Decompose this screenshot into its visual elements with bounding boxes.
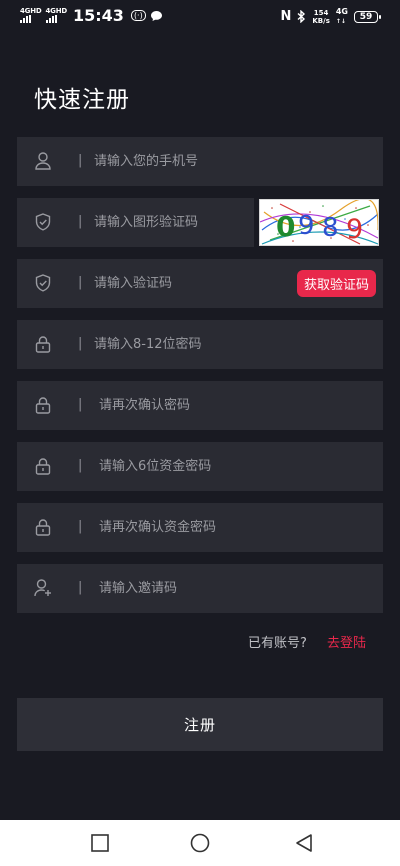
confirm-password-input[interactable] <box>99 381 373 430</box>
back-triangle-icon[interactable] <box>293 832 315 854</box>
sim2-signal-icon: 4GHD <box>45 8 67 23</box>
clock: 15:43 <box>73 6 124 25</box>
captcha-image[interactable]: 0 9 8 9 <box>259 199 379 246</box>
login-prompt: 已有账号? 去登陆 <box>248 632 366 651</box>
get-code-button[interactable]: 获取验证码 <box>296 270 376 297</box>
captcha-char: 0 <box>276 210 295 243</box>
captcha-char: 9 <box>298 211 315 241</box>
fund-password-input[interactable] <box>99 442 373 491</box>
battery-icon: 59 <box>354 10 381 23</box>
sms-code-field[interactable]: | 获取验证码 <box>17 259 383 308</box>
confirm-password-field[interactable]: | <box>17 381 383 430</box>
sim1-signal-icon: 4GHD <box>20 8 42 23</box>
shield-check-icon <box>34 273 52 293</box>
password-field[interactable]: | <box>17 320 383 369</box>
lock-icon <box>34 456 52 476</box>
password-input[interactable] <box>94 320 373 369</box>
hotspot-icon: (·) <box>130 10 146 21</box>
separator: | <box>78 519 83 534</box>
register-button[interactable]: 注册 <box>17 698 383 751</box>
separator: | <box>78 214 83 229</box>
user-icon <box>34 151 52 171</box>
lock-icon <box>34 517 52 537</box>
confirm-fund-password-field[interactable]: | <box>17 503 383 552</box>
network-speed: 154 KB/s <box>312 8 330 25</box>
separator: | <box>78 458 83 473</box>
chat-bubble-icon <box>150 10 162 21</box>
shield-check-icon <box>34 212 52 232</box>
status-bar: 4GHD 4GHD 15:43 (·) N 154 KB/s 4G ↑↓ 59 <box>0 0 400 32</box>
separator: | <box>78 580 83 595</box>
have-account-text: 已有账号? <box>247 636 307 651</box>
phone-input[interactable] <box>94 137 373 186</box>
separator: | <box>78 397 83 412</box>
lock-icon <box>34 395 52 415</box>
invite-code-input[interactable] <box>99 564 373 613</box>
status-bar-right: N 154 KB/s 4G ↑↓ 59 <box>280 7 381 26</box>
lock-icon <box>34 334 52 354</box>
page-title: 快速注册 <box>34 87 130 113</box>
separator: | <box>78 336 83 351</box>
recents-square-icon[interactable] <box>89 832 111 854</box>
confirm-fund-password-input[interactable] <box>99 503 373 552</box>
status-bar-left: 4GHD 4GHD 15:43 (·) <box>20 6 163 25</box>
captcha-field[interactable]: | <box>17 198 254 247</box>
phone-field[interactable]: | <box>17 137 383 186</box>
captcha-char: 8 <box>322 213 339 243</box>
captcha-input[interactable] <box>94 198 244 247</box>
system-nav-bar <box>0 820 400 866</box>
fund-password-field[interactable]: | <box>17 442 383 491</box>
nfc-icon: N <box>280 9 292 24</box>
go-login-link[interactable]: 去登陆 <box>327 636 366 651</box>
sms-code-input[interactable] <box>94 259 283 308</box>
add-user-icon <box>34 578 52 598</box>
home-circle-icon[interactable] <box>189 832 211 854</box>
invite-code-field[interactable]: | <box>17 564 383 613</box>
separator: | <box>78 275 83 290</box>
bluetooth-icon <box>297 10 306 23</box>
captcha-char: 9 <box>346 214 363 245</box>
separator: | <box>78 153 83 168</box>
mobile-data-icon: 4G ↑↓ <box>335 7 348 25</box>
